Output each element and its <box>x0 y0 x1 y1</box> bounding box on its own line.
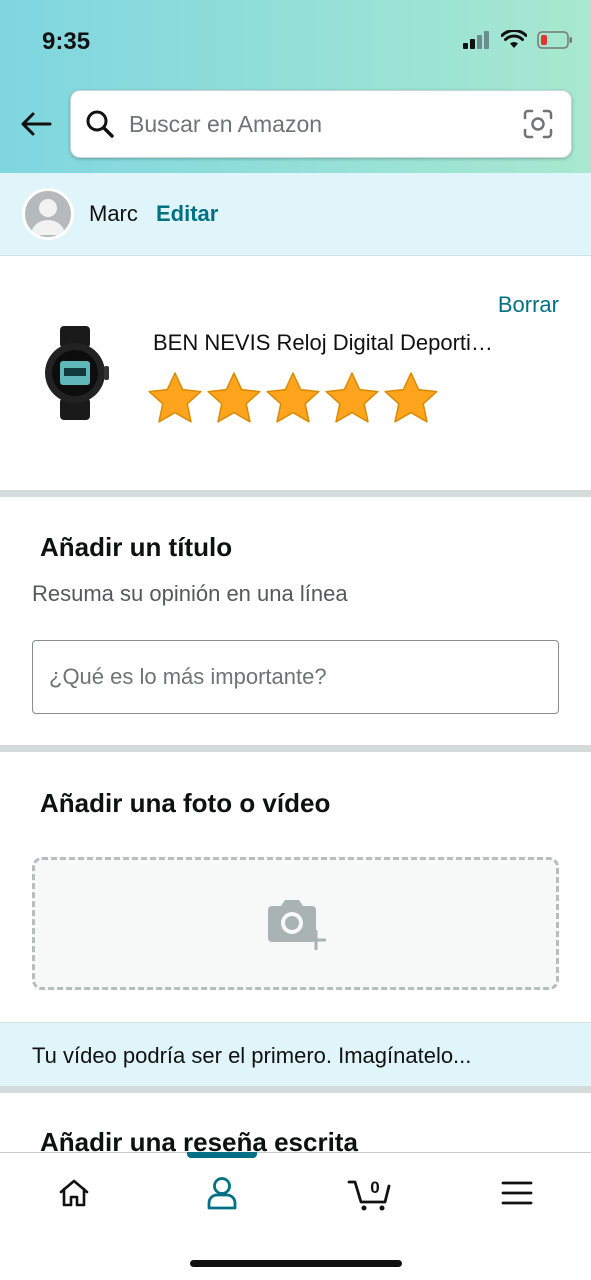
status-icons <box>463 30 573 50</box>
section-divider <box>0 490 591 497</box>
back-button[interactable] <box>16 104 56 144</box>
avatar <box>22 188 74 240</box>
tab-home[interactable] <box>34 1163 114 1223</box>
star-icon[interactable] <box>264 370 322 426</box>
section-divider <box>0 1086 591 1093</box>
search-input[interactable] <box>129 91 509 157</box>
header: 9:35 <box>0 0 591 173</box>
profile-bar: Marc Editar <box>0 173 591 256</box>
review-title-input[interactable] <box>32 640 559 714</box>
star-icon[interactable] <box>205 370 263 426</box>
delete-link[interactable]: Borrar <box>498 292 559 318</box>
add-photo-icon <box>267 899 326 950</box>
home-indicator <box>190 1260 402 1267</box>
cart-icon: 0 <box>347 1178 391 1211</box>
cart-count: 0 <box>370 1178 379 1197</box>
star-icon[interactable] <box>323 370 381 426</box>
video-banner: Tu vídeo podría ser el primero. Imagínat… <box>0 1022 591 1086</box>
menu-icon <box>501 1181 533 1205</box>
user-silhouette-icon <box>31 199 65 235</box>
edit-profile-link[interactable]: Editar <box>156 201 218 227</box>
tab-profile[interactable] <box>182 1163 262 1223</box>
home-icon <box>59 1179 89 1207</box>
search-icon <box>86 110 114 138</box>
tab-cart[interactable]: 0 <box>330 1163 410 1223</box>
camera-scan-icon[interactable] <box>523 109 553 139</box>
profile-name: Marc <box>89 201 138 226</box>
signal-icon <box>463 31 489 49</box>
star-rating[interactable] <box>146 370 440 426</box>
product-card: Borrar BEN NEVIS Reloj Digital Deporti… <box>0 256 591 490</box>
section-divider <box>0 745 591 752</box>
star-icon[interactable] <box>146 370 204 426</box>
video-banner-text: Tu vídeo podría ser el primero. Imagínat… <box>32 1043 472 1068</box>
product-image <box>45 326 109 420</box>
title-section-subtitle: Resuma su opinión en una línea <box>32 581 348 606</box>
battery-icon <box>537 31 572 49</box>
status-time: 9:35 <box>42 28 91 55</box>
product-title: BEN NEVIS Reloj Digital Deporti… <box>153 330 493 355</box>
title-section-heading: Añadir un título <box>40 532 233 562</box>
user-icon <box>207 1177 237 1210</box>
search-bar[interactable] <box>70 90 572 158</box>
bottom-tab-bar: 0 <box>0 1152 591 1280</box>
active-tab-indicator <box>187 1152 257 1158</box>
back-arrow-icon <box>21 112 52 136</box>
photo-upload-area[interactable] <box>32 857 559 990</box>
wifi-icon <box>501 30 527 48</box>
star-icon[interactable] <box>382 370 440 426</box>
tab-menu[interactable] <box>477 1163 557 1223</box>
media-section-heading: Añadir una foto o vídeo <box>40 788 331 818</box>
